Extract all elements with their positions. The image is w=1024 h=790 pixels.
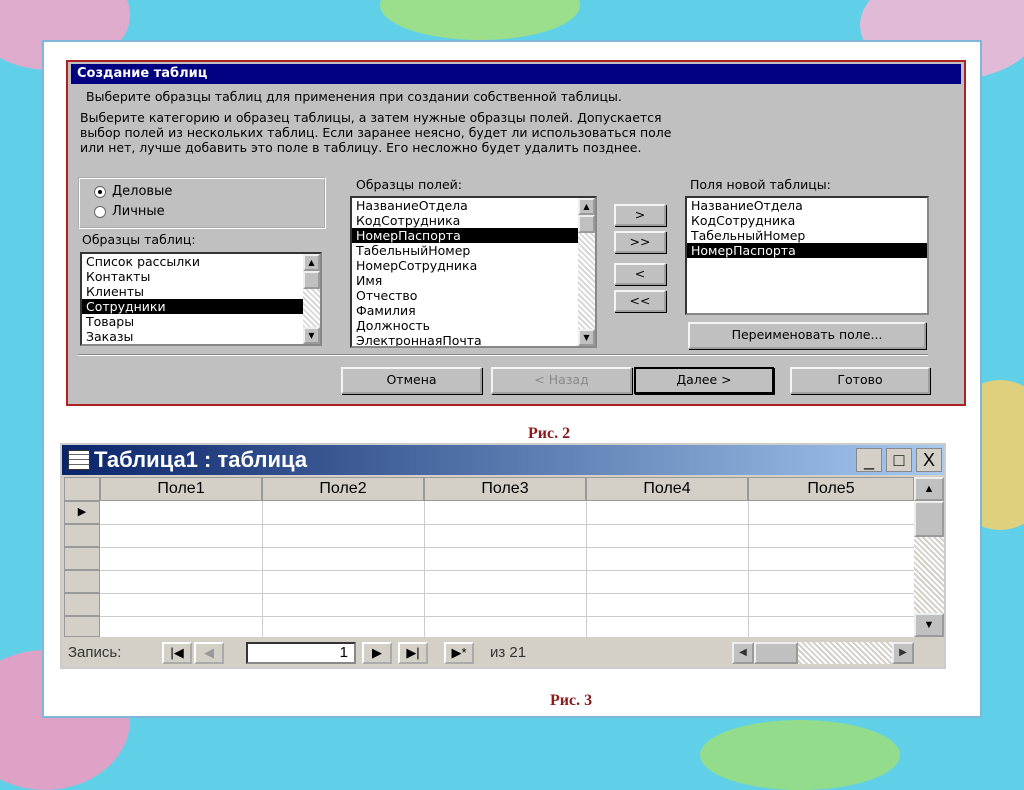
row-selector[interactable] <box>64 547 100 570</box>
next-button[interactable]: Далее > <box>634 367 774 394</box>
cancel-button[interactable]: Отмена <box>341 367 482 394</box>
list-item[interactable]: Контакты <box>82 269 320 284</box>
list-item[interactable]: Список рассылки <box>82 254 303 269</box>
dialog-desc-2: выбор полей из нескольких таблиц. Если з… <box>80 125 672 140</box>
radio-unchecked-icon <box>94 205 106 218</box>
create-table-dialog: Создание таблиц Выберите образцы таблиц … <box>66 60 966 406</box>
list-item[interactable]: Имя <box>352 273 595 288</box>
scroll-up-icon[interactable]: ▲ <box>303 254 320 271</box>
scrollbar[interactable]: ▲ ▼ <box>303 254 320 344</box>
last-record-button[interactable]: ▶| <box>398 642 428 664</box>
list-item[interactable]: Заказы <box>82 329 320 344</box>
list-item[interactable]: Товары <box>82 314 320 329</box>
dialog-desc-3: или нет, лучше добавить это поле в табли… <box>80 140 642 155</box>
column-header[interactable]: Поле2 <box>262 477 424 501</box>
new-fields-label: Поля новой таблицы: <box>690 177 831 192</box>
row-selector[interactable] <box>64 593 100 616</box>
select-all-cell[interactable] <box>64 477 100 501</box>
list-item[interactable]: КодСотрудника <box>352 213 595 228</box>
row-selector[interactable] <box>64 570 100 593</box>
table-icon <box>68 450 90 470</box>
prev-record-button: ◀ <box>194 642 224 664</box>
scroll-thumb[interactable] <box>303 271 320 289</box>
finish-button[interactable]: Готово <box>790 367 930 394</box>
column-header[interactable]: Поле4 <box>586 477 748 501</box>
list-item-selected[interactable]: НомерПаспорта <box>352 228 578 243</box>
add-all-fields-button[interactable]: >> <box>614 231 666 253</box>
add-field-button[interactable]: > <box>614 204 666 226</box>
radio-business[interactable]: Деловые <box>94 184 172 199</box>
record-navigator: Запись: |◀ ◀ 1 ▶ ▶| ▶* из 21 ◀ ▶ <box>64 639 942 667</box>
dialog-title: Создание таблиц <box>71 64 961 84</box>
scroll-thumb[interactable] <box>578 215 595 233</box>
scroll-left-icon[interactable]: ◀ <box>732 642 754 664</box>
table-title-text: Таблица1 : таблица <box>94 447 308 472</box>
scroll-up-icon[interactable]: ▲ <box>578 198 595 215</box>
record-total: из 21 <box>490 644 527 661</box>
radio-checked-icon <box>94 185 106 198</box>
separator <box>78 354 928 356</box>
minimize-button[interactable]: _ <box>856 448 882 472</box>
scroll-up-icon[interactable]: ▲ <box>914 477 944 501</box>
new-fields-list[interactable]: НазваниеОтдела КодСотрудника ТабельныйНо… <box>685 196 929 315</box>
column-header[interactable]: Поле3 <box>424 477 586 501</box>
category-group: Деловые Личные <box>78 177 326 229</box>
list-item[interactable]: Должность <box>352 318 595 333</box>
list-item-selected[interactable]: НомерПаспорта <box>687 243 927 258</box>
row-selector[interactable] <box>64 616 100 637</box>
record-number-input[interactable]: 1 <box>246 642 356 664</box>
next-record-button[interactable]: ▶ <box>362 642 392 664</box>
close-button[interactable]: X <box>916 448 942 472</box>
remove-all-fields-button[interactable]: << <box>614 290 666 312</box>
list-item[interactable]: Клиенты <box>82 284 320 299</box>
list-item[interactable]: Фамилия <box>352 303 595 318</box>
caption-fig3: Рис. 3 <box>550 692 593 709</box>
list-item[interactable]: НазваниеОтдела <box>687 198 927 213</box>
radio-personal-label: Личные <box>112 204 165 219</box>
current-row-icon[interactable]: ▶ <box>64 501 100 524</box>
list-item[interactable]: ТабельныйНомер <box>352 243 595 258</box>
vertical-scrollbar[interactable]: ▲ ▼ <box>914 477 944 637</box>
list-item[interactable]: НазваниеОтдела <box>352 198 595 213</box>
dialog-desc-1: Выберите категорию и образец таблицы, а … <box>80 110 662 125</box>
sample-tables-label: Образцы таблиц: <box>82 232 196 247</box>
datasheet-grid[interactable]: Поле1 Поле2 Поле3 Поле4 Поле5 ▶ <box>64 477 914 637</box>
sample-fields-label: Образцы полей: <box>356 177 462 192</box>
list-item[interactable]: КодСотрудника <box>687 213 927 228</box>
sample-tables-list[interactable]: Список рассылки Контакты Клиенты Сотрудн… <box>80 252 322 346</box>
new-record-button[interactable]: ▶* <box>444 642 474 664</box>
scroll-thumb[interactable] <box>914 501 944 537</box>
scroll-thumb[interactable] <box>754 642 798 664</box>
remove-field-button[interactable]: < <box>614 263 666 285</box>
column-header[interactable]: Поле1 <box>100 477 262 501</box>
sample-fields-list[interactable]: НазваниеОтдела КодСотрудника НомерПаспор… <box>350 196 597 348</box>
back-button: < Назад <box>491 367 632 394</box>
list-item[interactable]: ЭлектроннаяПочта <box>352 333 595 346</box>
caption-fig2: Рис. 2 <box>528 425 571 442</box>
table-window: Таблица1 : таблица _ □ X Поле1 Поле2 Пол… <box>60 443 946 669</box>
list-item-selected[interactable]: Сотрудники <box>82 299 303 314</box>
table-window-title: Таблица1 : таблица _ □ X <box>62 445 944 475</box>
row-selector[interactable] <box>64 524 100 547</box>
record-label: Запись: <box>68 644 122 661</box>
dialog-subtitle: Выберите образцы таблиц для применения п… <box>86 89 622 104</box>
maximize-button[interactable]: □ <box>886 448 912 472</box>
radio-personal[interactable]: Личные <box>94 204 165 219</box>
list-item[interactable]: Отчество <box>352 288 595 303</box>
radio-business-label: Деловые <box>112 184 173 199</box>
rename-field-button[interactable]: Переименовать поле... <box>688 322 926 349</box>
scrollbar[interactable]: ▲ ▼ <box>578 198 595 346</box>
scroll-down-icon[interactable]: ▼ <box>578 329 595 346</box>
scroll-down-icon[interactable]: ▼ <box>914 613 944 637</box>
horizontal-scrollbar[interactable]: ◀ ▶ <box>732 642 914 664</box>
first-record-button[interactable]: |◀ <box>162 642 192 664</box>
list-item[interactable]: ТабельныйНомер <box>687 228 927 243</box>
scroll-down-icon[interactable]: ▼ <box>303 327 320 344</box>
list-item[interactable]: НомерСотрудника <box>352 258 595 273</box>
column-header[interactable]: Поле5 <box>748 477 914 501</box>
scroll-right-icon[interactable]: ▶ <box>892 642 914 664</box>
